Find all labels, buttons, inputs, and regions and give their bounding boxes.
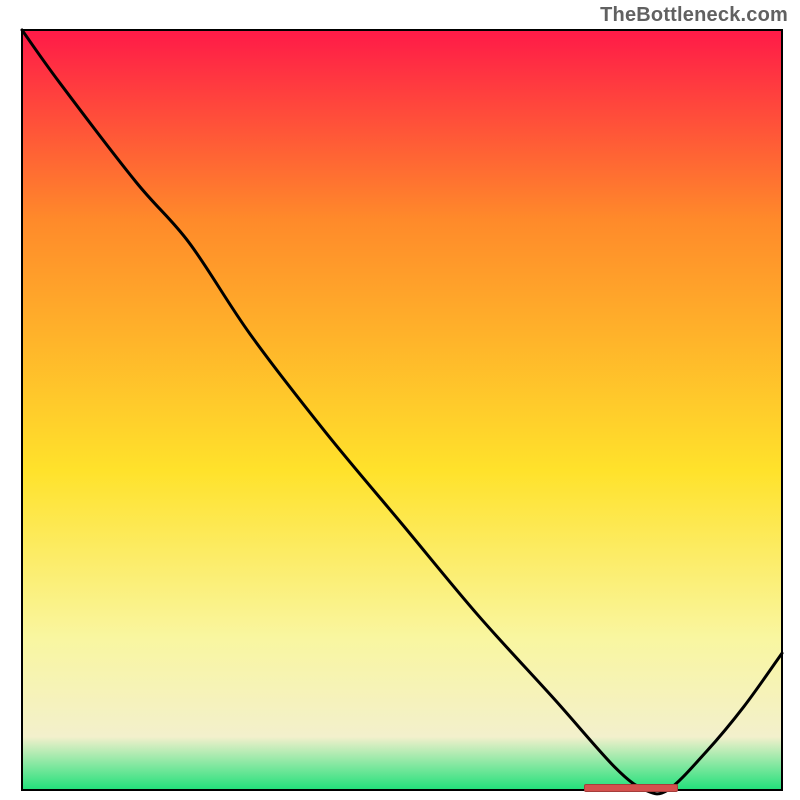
plot-background (22, 30, 782, 790)
plot-svg (0, 0, 800, 800)
bottleneck-marker (584, 784, 677, 792)
chart-stage: TheBottleneck.com (0, 0, 800, 800)
